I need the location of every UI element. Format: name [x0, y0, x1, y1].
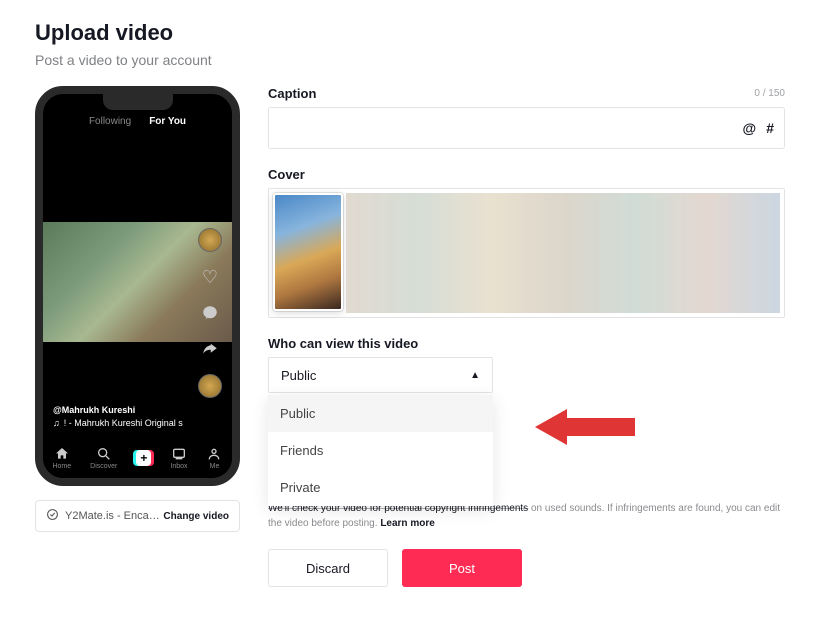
caption-label: Caption — [268, 86, 316, 101]
privacy-field: Who can view this video Public ▲ Public … — [268, 336, 785, 587]
phone-nav: Home Discover + Inbox Me — [43, 438, 232, 478]
video-actions: ♡ — [198, 228, 222, 398]
nav-create-button[interactable]: + — [136, 450, 151, 466]
privacy-label: Who can view this video — [268, 336, 785, 351]
cover-selected-thumb[interactable] — [273, 193, 343, 311]
cover-field: Cover — [268, 167, 785, 318]
option-public[interactable]: Public — [268, 395, 493, 432]
comment-icon[interactable] — [199, 302, 221, 324]
caption-input[interactable] — [279, 121, 733, 136]
privacy-menu: Public Friends Private — [268, 395, 493, 506]
share-icon[interactable] — [199, 338, 221, 360]
video-sound: ! - Mahrukh Kureshi Original s — [64, 418, 183, 428]
caption-counter: 0 / 150 — [754, 88, 785, 99]
page-subtitle: Post a video to your account — [35, 52, 785, 68]
right-avatar-icon[interactable] — [198, 228, 222, 252]
post-button[interactable]: Post — [402, 549, 522, 587]
learn-more-link[interactable]: Learn more — [380, 518, 434, 529]
change-video-button[interactable]: Change video — [163, 511, 229, 522]
privacy-dropdown[interactable]: Public ▲ — [268, 357, 493, 393]
discard-button[interactable]: Discard — [268, 549, 388, 587]
page-title: Upload video — [35, 20, 785, 46]
annotation-arrow — [535, 402, 635, 457]
tab-following[interactable]: Following — [89, 116, 131, 127]
cover-thumbnail-strip[interactable] — [346, 193, 780, 313]
cover-label: Cover — [268, 167, 785, 182]
nav-inbox[interactable]: Inbox — [170, 446, 187, 470]
file-bar: Y2Mate.is - Encanto bu... Change video — [35, 500, 240, 532]
nav-home[interactable]: Home — [52, 446, 71, 470]
music-note-icon: ♫ — [53, 418, 60, 428]
mention-icon[interactable]: @ — [743, 120, 757, 136]
video-username: @Mahrukh Kureshi — [53, 405, 183, 415]
tab-for-you[interactable]: For You — [149, 116, 186, 127]
video-info: @Mahrukh Kureshi ♫ ! - Mahrukh Kureshi O… — [53, 405, 183, 428]
privacy-selected: Public — [281, 368, 316, 383]
option-friends[interactable]: Friends — [268, 432, 493, 469]
heart-icon[interactable]: ♡ — [199, 266, 221, 288]
caption-field: Caption 0 / 150 @ # — [268, 86, 785, 149]
file-name: Y2Mate.is - Encanto bu... — [65, 510, 160, 522]
option-private[interactable]: Private — [268, 469, 493, 506]
phone-preview: Following For You ♡ @Mahrukh Kure — [35, 86, 240, 486]
nav-me[interactable]: Me — [206, 446, 222, 470]
sound-disc-icon[interactable] — [198, 374, 222, 398]
hashtag-icon[interactable]: # — [766, 120, 774, 136]
nav-discover[interactable]: Discover — [90, 446, 117, 470]
check-circle-icon — [46, 508, 59, 524]
page-header: Upload video Post a video to your accoun… — [35, 20, 785, 68]
phone-notch — [103, 94, 173, 110]
caret-up-icon: ▲ — [470, 370, 480, 381]
